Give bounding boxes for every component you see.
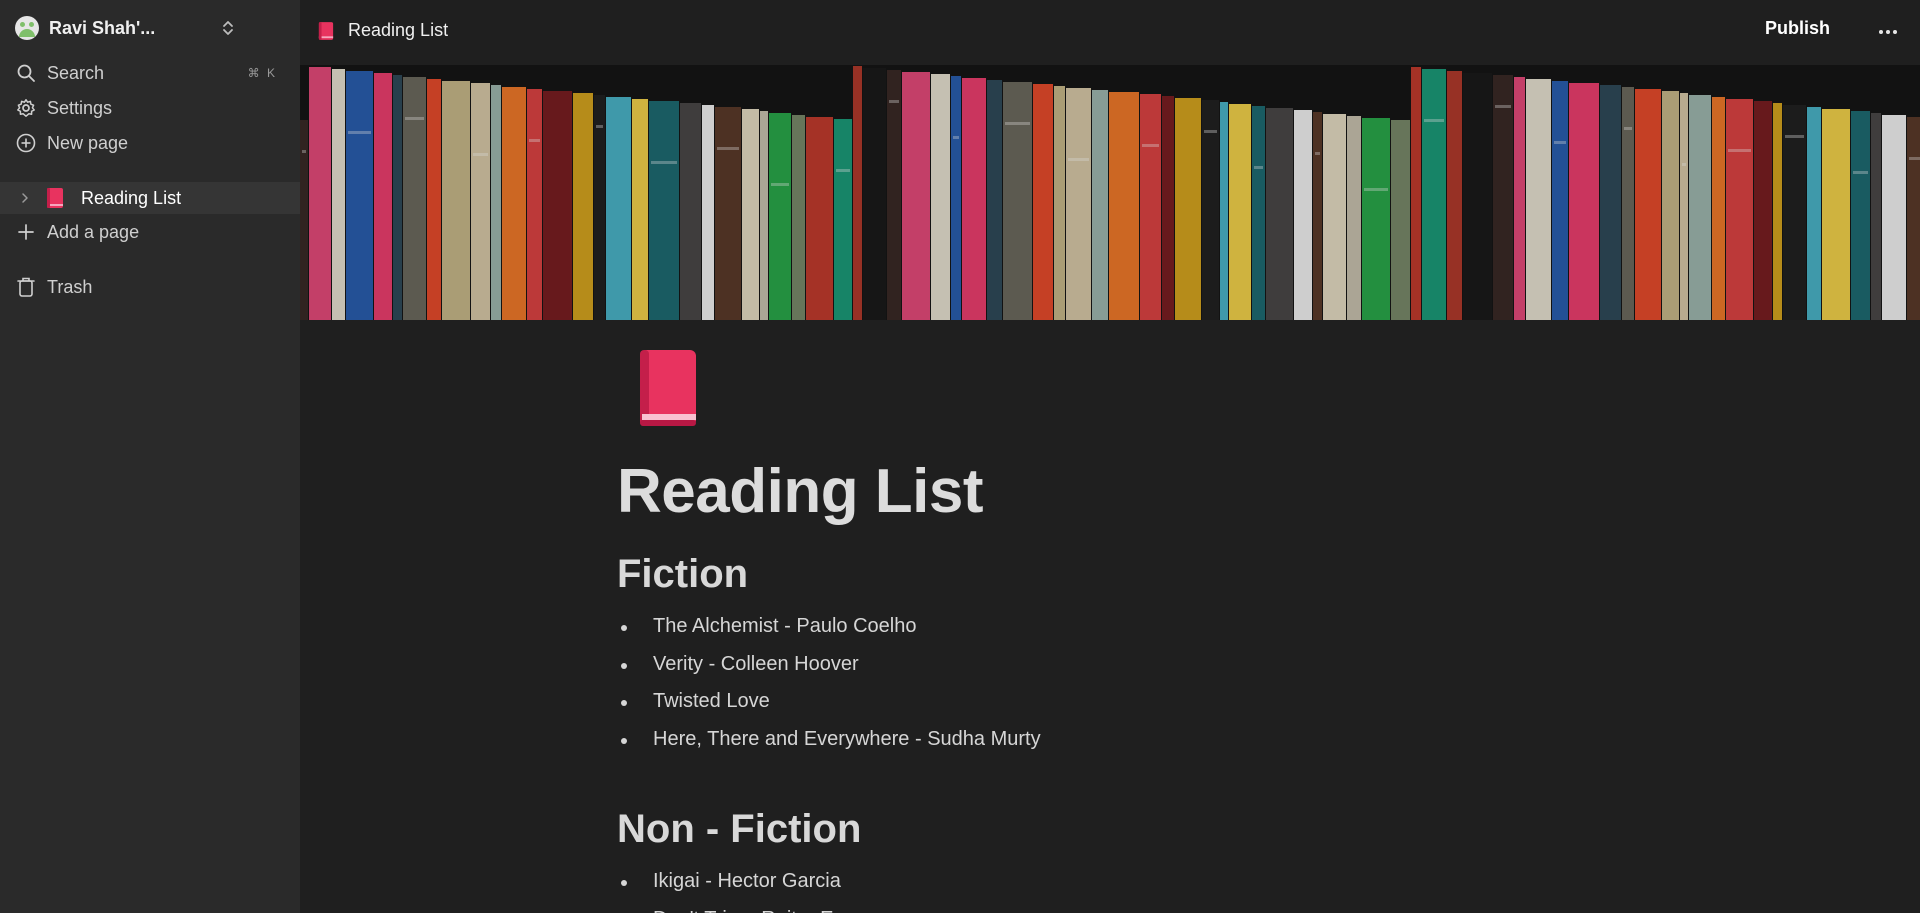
more-options-icon[interactable] (1873, 20, 1903, 44)
sidebar-trash[interactable]: Trash (15, 273, 285, 301)
plus-circle-icon (15, 132, 37, 154)
sidebar: Ravi Shah'... Search ⌘ K Settings New pa… (0, 0, 300, 913)
section-heading-fiction[interactable]: Fiction (617, 552, 748, 597)
breadcrumb-label: Reading List (348, 20, 449, 40)
workspace-name: Ravi Shah'... (49, 17, 156, 38)
sidebar-item-label: Reading List (81, 187, 182, 208)
sidebar-new-page[interactable]: New page (15, 129, 285, 157)
workspace-avatar (15, 16, 39, 40)
sidebar-search-label: Search (47, 62, 105, 83)
sidebar-settings-label: Settings (47, 97, 113, 118)
sidebar-new-page-label: New page (47, 132, 129, 153)
red-book-icon (318, 21, 334, 40)
non-fiction-list: Ikigai - Hector Garcia Don't Trim - Reit… (617, 867, 850, 913)
red-book-icon (640, 350, 696, 426)
trash-icon (15, 276, 37, 298)
bookshelf-cover-image (300, 65, 1920, 320)
topbar: Reading List Publish (300, 0, 1920, 65)
search-shortcut: ⌘ K (247, 66, 277, 80)
sidebar-settings[interactable]: Settings (15, 94, 285, 122)
list-item[interactable]: Don't Trim - Reiter Em (617, 905, 850, 913)
page-title[interactable]: Reading List (617, 456, 984, 527)
chevron-up-down-icon[interactable] (217, 17, 239, 39)
sidebar-add-page[interactable]: Add a page (15, 218, 285, 246)
sidebar-search[interactable]: Search ⌘ K (15, 59, 285, 87)
list-item[interactable]: Twisted Love (617, 687, 1041, 725)
gear-icon (15, 97, 37, 119)
breadcrumb[interactable]: Reading List (318, 20, 448, 41)
fiction-list: The Alchemist - Paulo Coelho Verity - Co… (617, 612, 1041, 762)
chevron-right-icon[interactable] (18, 191, 32, 205)
publish-button[interactable]: Publish (1765, 18, 1830, 39)
search-icon (15, 62, 37, 84)
list-item[interactable]: Here, There and Everywhere - Sudha Murty (617, 725, 1041, 763)
list-item[interactable]: The Alchemist - Paulo Coelho (617, 612, 1041, 650)
cover-image[interactable] (300, 65, 1920, 320)
page-icon[interactable] (638, 350, 698, 431)
sidebar-item-reading-list[interactable]: Reading List (0, 182, 300, 214)
list-item[interactable]: Ikigai - Hector Garcia (617, 867, 850, 905)
plus-icon (15, 221, 37, 243)
section-heading-non-fiction[interactable]: Non - Fiction (617, 807, 861, 852)
red-book-icon (47, 188, 63, 208)
workspace-switcher[interactable]: Ravi Shah'... (15, 13, 285, 43)
sidebar-trash-label: Trash (47, 276, 93, 297)
sidebar-add-page-label: Add a page (47, 221, 140, 242)
list-item[interactable]: Verity - Colleen Hoover (617, 650, 1041, 688)
